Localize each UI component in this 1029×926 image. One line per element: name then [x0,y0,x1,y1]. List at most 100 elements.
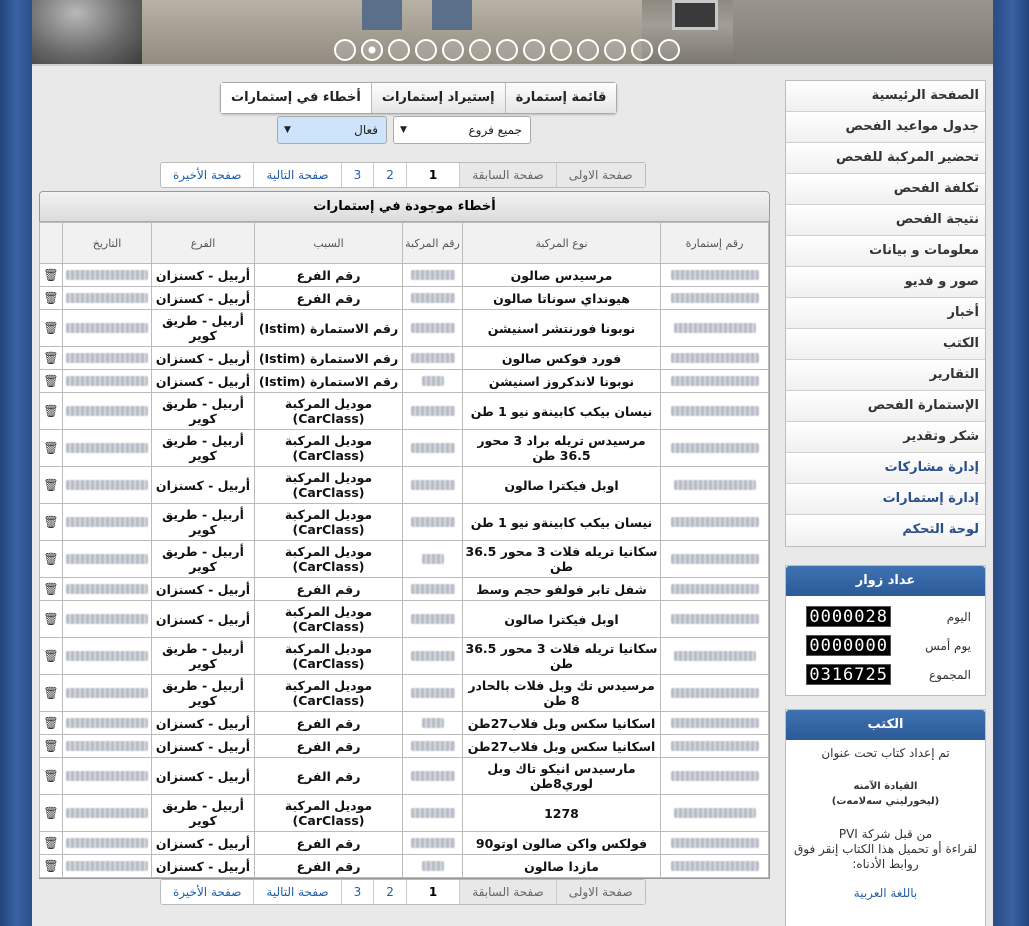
header-vehicle-type[interactable]: نوع المركبة [462,222,661,264]
sidebar-menu-item[interactable]: الكتب [786,329,985,360]
sidebar-menu-item[interactable]: الصفحة الرئيسية [786,81,985,112]
trash-icon[interactable]: 🗑 [43,321,58,335]
trash-icon[interactable]: 🗑 [43,351,58,365]
redacted-value [670,516,759,527]
table-row[interactable]: نيسان بيكب كابينةو نيو 1 طن موديل المركبة… [39,503,769,541]
table-row[interactable]: 1278 موديل المركبة (CarClass) أربيل - طريق… [39,794,769,832]
trash-icon[interactable]: 🗑 [43,404,58,418]
sidebar-menu-item[interactable]: تكلفة الفحص [786,174,985,205]
sidebar-menu-item[interactable]: تحضير المركبة للفحص [786,143,985,174]
trash-icon[interactable]: 🗑 [43,836,58,850]
sidebar-menu-item[interactable]: أخبار [786,298,985,329]
sidebar-menu-item[interactable]: شكر وتقدير [786,422,985,453]
slide-dot[interactable] [496,39,518,61]
trash-icon[interactable]: 🗑 [43,769,58,783]
trash-icon[interactable]: 🗑 [43,268,58,282]
tab-form-list[interactable]: قائمة إستمارة [504,83,617,113]
sidebar-admin-item[interactable]: إدارة إستمارات [786,484,985,515]
slide-dot[interactable] [658,39,680,61]
trash-icon[interactable]: 🗑 [43,582,58,596]
sidebar-menu-item[interactable]: نتيجة الفحص [786,205,985,236]
trash-icon[interactable]: 🗑 [43,291,58,305]
table-row[interactable]: سكانيا تريله فلات 3 محور 36.5 طن موديل ال… [39,540,769,578]
slide-dot[interactable] [469,39,491,61]
sidebar-menu-item[interactable]: جدول مواعيد الفحص [786,112,985,143]
trash-icon[interactable]: 🗑 [43,552,58,566]
table-row[interactable]: اسكانيا سكس وبل فلاب27طن رقم الفرع أربيل -… [39,734,769,758]
slide-dot[interactable] [523,39,545,61]
status-select[interactable]: فعال ▼ [277,116,387,144]
pager-first[interactable]: صفحة الاولى [555,880,645,904]
table-row[interactable]: اسكانيا سكس وبل فلاب27طن رقم الفرع أربيل -… [39,711,769,735]
table-row[interactable]: اوبل فيكترا صالون موديل المركبة (CarClass… [39,600,769,638]
slide-dot[interactable] [388,39,410,61]
slide-dot[interactable] [361,39,383,61]
slide-dot[interactable] [550,39,572,61]
trash-icon[interactable]: 🗑 [43,739,58,753]
date-cell [62,600,152,638]
sidebar-menu-item[interactable]: صور و فديو [786,267,985,298]
slide-dot[interactable] [415,39,437,61]
header-date[interactable]: التاريخ [62,222,152,264]
header-vehicle-number[interactable]: رقم المركبة [402,222,463,264]
pager-last[interactable]: صفحة الأخيرة [161,880,253,904]
trash-icon[interactable]: 🗑 [43,806,58,820]
table-row[interactable]: مازدا صالون رقم الفرع أربيل - كسنزان 🗑 [39,854,769,878]
table-row[interactable]: شفل تابر فولفو حجم وسط رقم الفرع أربيل - ك… [39,577,769,601]
pager-first[interactable]: صفحة الاولى [555,163,645,187]
table-row[interactable]: اوبل فيكترا صالون موديل المركبة (CarClass… [39,466,769,504]
slide-dot[interactable] [442,39,464,61]
trash-icon[interactable]: 🗑 [43,716,58,730]
table-row[interactable]: سكانيا تريله فلات 3 محور 36.5 طن موديل ال… [39,637,769,675]
trash-icon[interactable]: 🗑 [43,478,58,492]
sidebar-admin-item[interactable]: إدارة مشاركات [786,453,985,484]
slide-dot[interactable] [604,39,626,61]
pager-next[interactable]: صفحة التالية [253,163,340,187]
table-row[interactable]: هيونداي سوناتا صالون رقم الفرع أربيل - كسن… [39,286,769,310]
pager-page-3[interactable]: 3 [340,880,374,904]
tab-import-forms[interactable]: إستيراد إستمارات [370,83,505,113]
pager-page-3[interactable]: 3 [340,163,374,187]
pager-page-2[interactable]: 2 [373,163,406,187]
trash-icon[interactable]: 🗑 [43,686,58,700]
trash-icon[interactable]: 🗑 [43,515,58,529]
sidebar-menu-item[interactable]: الإستمارة الفحص [786,391,985,422]
trash-icon[interactable]: 🗑 [43,649,58,663]
pager-prev[interactable]: صفحة السابقة [459,163,556,187]
header-reason[interactable]: السبب [254,222,403,264]
tab-form-errors[interactable]: أخطاء في إستمارات [221,83,371,113]
slide-dot[interactable] [631,39,653,61]
panel-title: أخطاء موجودة في إستمارات [40,192,769,222]
trash-icon[interactable]: 🗑 [43,374,58,388]
pager-next[interactable]: صفحة التالية [253,880,340,904]
trash-icon[interactable]: 🗑 [43,441,58,455]
table-row[interactable]: مرسيدس صالون رقم الفرع أربيل - كسنزان 🗑 [39,263,769,287]
slide-dot[interactable] [334,39,356,61]
redacted-value [66,269,148,280]
table-row[interactable]: مرسيدس تك وبل فلات بالحادر 8 طن موديل الم… [39,674,769,712]
sidebar-admin-item[interactable]: لوحة التحكم [786,515,985,546]
table-row[interactable]: نوبونا فورنتشر اسنيشن رقم الاستمارة (Isti… [39,309,769,347]
form-number-cell [660,794,769,832]
sidebar-menu-item[interactable]: معلومات و بيانات [786,236,985,267]
table-row[interactable]: مارسيدس انيكو تاك وبل لوري8طن رقم الفرع أر… [39,757,769,795]
branch-select[interactable]: جميع فروع ▼ [393,116,531,144]
table-row[interactable]: فولكس واكن صالون اوتو90 رقم الفرع أربيل - … [39,831,769,855]
header-form-number[interactable]: رقم إستمارة [660,222,769,264]
table-row[interactable]: نوبونا لاندكروز اسنيشن رقم الاستمارة (Ist… [39,369,769,393]
pager-page-1[interactable]: 1 [405,880,459,904]
trash-icon[interactable]: 🗑 [43,612,58,626]
header-branch[interactable]: الفرع [151,222,255,264]
slide-dot[interactable] [577,39,599,61]
sidebar-menu-item[interactable]: التقارير [786,360,985,391]
table-row[interactable]: نيسان بيكب كابينةو نيو 1 طن موديل المركبة… [39,392,769,430]
pager-prev[interactable]: صفحة السابقة [459,880,556,904]
branch-cell: أربيل - طريق كوير [151,503,255,541]
trash-icon[interactable]: 🗑 [43,859,58,873]
table-row[interactable]: فورد فوكس صالون رقم الاستمارة (Istim) أربي… [39,346,769,370]
pager-last[interactable]: صفحة الأخيرة [161,163,253,187]
book-link-arabic[interactable]: باللغة العربية [786,886,985,901]
pager-page-1[interactable]: 1 [405,163,459,187]
pager-page-2[interactable]: 2 [373,880,406,904]
table-row[interactable]: مرسيدس تريله براد 3 محور 36.5 طن موديل ال… [39,429,769,467]
